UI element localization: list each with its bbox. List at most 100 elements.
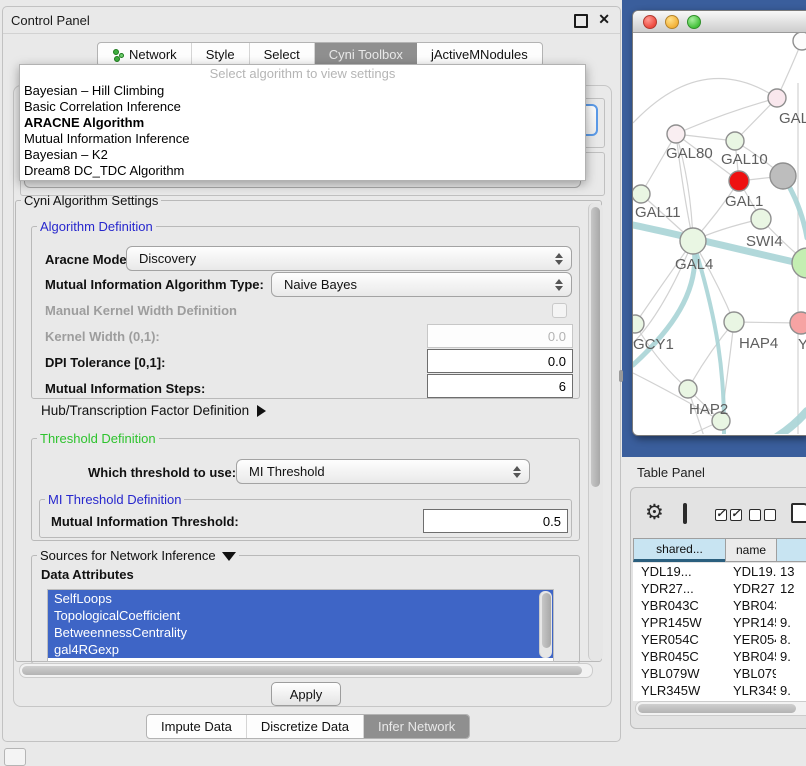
stepper-arrows-icon	[513, 466, 521, 478]
hide-columns-icon[interactable]	[749, 506, 779, 524]
algorithm-option[interactable]: ARACNE Algorithm	[20, 115, 585, 131]
minimize-traffic-light-icon[interactable]	[665, 15, 679, 29]
tab-label: Cyni Toolbox	[329, 47, 403, 62]
control-panel: Control Panel ✕ Network Style Select Cyni T…	[2, 6, 621, 742]
table-cell: YBR045C	[633, 648, 725, 665]
table-row[interactable]: YBR043CYBR043C	[633, 597, 806, 614]
table-horizontal-scrollbar[interactable]	[635, 701, 806, 716]
split-pane-divider[interactable]	[619, 370, 623, 382]
network-node-label: GAL11	[635, 204, 681, 221]
tab-style[interactable]: Style	[192, 43, 250, 66]
export-table-icon[interactable]	[791, 503, 806, 523]
dpi-tolerance-field[interactable]: 0.0	[427, 349, 573, 373]
node-salmon[interactable]	[790, 312, 806, 334]
network-view-window[interactable]: GALGAL80GAL10GAL1GAL11SWI4GAL4GCY1HAP4YH…	[632, 10, 806, 436]
minimized-panel-icon[interactable]	[4, 748, 26, 766]
network-edge	[633, 78, 777, 123]
attribute-list-item[interactable]: BetweennessCentrality	[48, 624, 553, 641]
node-hap4[interactable]	[724, 312, 744, 332]
table-row[interactable]: YBR045CYBR045C9.	[633, 648, 806, 665]
algorithm-option[interactable]: Bayesian – K2	[20, 147, 585, 163]
mi-threshold-field[interactable]: 0.5	[423, 509, 568, 533]
which-threshold-value: MI Threshold	[249, 464, 325, 479]
mi-type-label: Mutual Information Algorithm Type:	[45, 277, 264, 292]
table-cell: YER054C	[633, 631, 725, 648]
node-swi4[interactable]	[751, 209, 771, 229]
close-traffic-light-icon[interactable]	[643, 15, 657, 29]
table-cell: YBR045C	[725, 648, 776, 665]
attribute-list-item[interactable]: gal4RGexp	[48, 641, 553, 658]
node-red[interactable]	[729, 171, 749, 191]
hub-definition-toggle[interactable]: Hub/Transcription Factor Definition	[41, 403, 266, 418]
table-row[interactable]: YDR27...YDR27...12	[633, 580, 806, 597]
network-canvas[interactable]: GALGAL80GAL10GAL1GAL11SWI4GAL4GCY1HAP4YH…	[633, 33, 806, 434]
attribute-list-item[interactable]: SelfLoops	[48, 590, 553, 607]
table-row[interactable]: YDL19...YDL19...13	[633, 563, 806, 580]
table-row[interactable]: YER054CYER054C8.	[633, 631, 806, 648]
network-edge	[633, 421, 721, 434]
algorithm-option[interactable]: Dream8 DC_TDC Algorithm	[20, 163, 585, 179]
tab-network[interactable]: Network	[98, 43, 192, 66]
gear-icon[interactable]: ⚙	[645, 500, 664, 525]
kernel-width-field[interactable]: 0.0	[427, 324, 573, 348]
settings-vertical-scrollbar[interactable]	[588, 203, 603, 661]
column-header-name[interactable]: name	[725, 538, 776, 562]
algorithm-option[interactable]: Bayesian – Hill Climbing	[20, 83, 585, 99]
algorithm-option[interactable]: Basic Correlation Inference	[20, 99, 585, 115]
network-edge	[676, 98, 777, 134]
node-gray[interactable]	[770, 163, 796, 189]
settings-horizontal-scrollbar[interactable]	[19, 663, 593, 678]
tab-cyni-toolbox[interactable]: Cyni Toolbox	[315, 43, 417, 66]
tab-impute-data[interactable]: Impute Data	[147, 715, 247, 738]
float-window-icon[interactable]	[574, 14, 588, 28]
which-threshold-label: Which threshold to use:	[88, 465, 236, 480]
tab-label: Style	[206, 47, 235, 62]
node-gal-pink[interactable]	[768, 89, 786, 107]
mi-threshold-value: 0.5	[543, 514, 561, 529]
table-row[interactable]: YBL079WYBL079W	[633, 665, 806, 682]
table-row[interactable]: YPR145WYPR145W9.	[633, 614, 806, 631]
show-columns-icon[interactable]	[715, 506, 745, 524]
node-top[interactable]	[793, 33, 806, 50]
table-row[interactable]: YLR345WYLR345W9.	[633, 682, 806, 699]
tab-infer-network[interactable]: Infer Network	[364, 715, 469, 738]
zoom-traffic-light-icon[interactable]	[687, 15, 701, 29]
column-layout-icon[interactable]	[683, 503, 687, 524]
node-gal11[interactable]	[633, 185, 650, 203]
attributes-list-scrollbar[interactable]	[539, 591, 552, 658]
table-cell: YDL19...	[725, 563, 776, 580]
attribute-list-item[interactable]: TopologicalCoefficient	[48, 607, 553, 624]
expanded-arrow-icon	[222, 552, 236, 561]
mi-steps-field[interactable]: 6	[427, 374, 573, 398]
tab-label: Discretize Data	[261, 719, 349, 734]
network-node-label: HAP4	[739, 335, 778, 352]
tab-select[interactable]: Select	[250, 43, 315, 66]
network-window-titlebar[interactable]	[633, 11, 806, 33]
node-gcy1[interactable]	[633, 315, 644, 333]
table-body[interactable]: YDL19...YDL19...13YDR27...YDR27...12YBR0…	[633, 563, 806, 701]
tab-jactivemnodules[interactable]: jActiveMNodules	[417, 43, 542, 66]
node-hap2[interactable]	[679, 380, 697, 398]
mi-threshold-legend: MI Threshold Definition	[45, 492, 184, 507]
apply-button[interactable]: Apply	[271, 682, 341, 706]
column-header-next[interactable]	[776, 538, 806, 562]
data-attributes-list[interactable]: SelfLoopsTopologicalCoefficientBetweenne…	[47, 589, 554, 662]
table-cell: YPR145W	[633, 614, 725, 631]
sources-legend[interactable]: Sources for Network Inference	[37, 548, 239, 563]
column-header-shared-name[interactable]: shared...	[633, 538, 725, 562]
node-gal10[interactable]	[726, 132, 744, 150]
algorithm-option[interactable]: Mutual Information Inference	[20, 131, 585, 147]
dpi-tolerance-value: 0.0	[548, 354, 566, 369]
close-icon[interactable]: ✕	[598, 11, 610, 28]
dpi-tolerance-label: DPI Tolerance [0,1]:	[45, 355, 165, 370]
hub-definition-label: Hub/Transcription Factor Definition	[41, 403, 249, 418]
manual-kernel-checkbox[interactable]	[552, 303, 567, 318]
aracne-mode-combobox[interactable]: Discovery	[126, 246, 572, 271]
mi-type-combobox[interactable]: Naive Bayes	[271, 272, 572, 297]
node-gal4[interactable]	[680, 228, 706, 254]
tab-discretize-data[interactable]: Discretize Data	[247, 715, 364, 738]
network-node-label: GAL1	[725, 193, 763, 210]
node-gal80[interactable]	[667, 125, 685, 143]
which-threshold-combobox[interactable]: MI Threshold	[236, 459, 530, 484]
control-panel-titlebar: Control Panel ✕	[3, 7, 620, 34]
